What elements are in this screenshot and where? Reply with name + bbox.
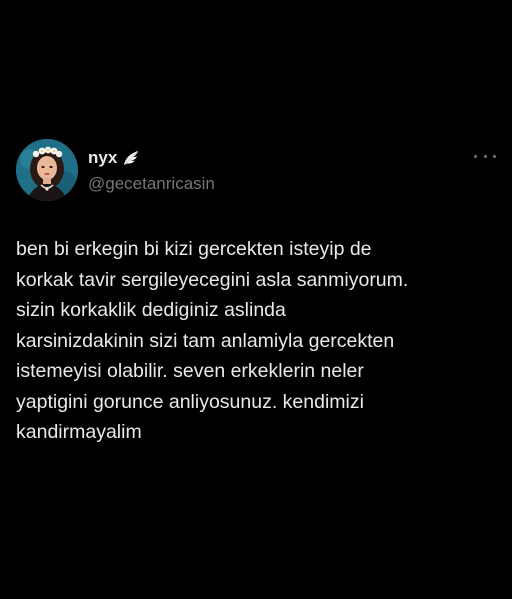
- more-horizontal-icon: [474, 154, 477, 158]
- tweet: nyx @gecetanricasin ben bi erkegin bi ki…: [0, 0, 512, 599]
- display-name[interactable]: nyx: [88, 147, 117, 169]
- more-options-button[interactable]: [474, 148, 496, 164]
- tweet-text: ben bi erkegin bi kizi gercekten isteyip…: [16, 234, 500, 448]
- wing-icon: [121, 148, 141, 168]
- tweet-text-line: kandirmayalim: [16, 421, 142, 443]
- tweet-text-line: sizin korkaklik dediginiz aslinda: [16, 299, 286, 321]
- tweet-text-line: korkak tavir sergileyecegini asla sanmiy…: [16, 268, 409, 291]
- tweet-text-line: yaptigini gorunce anliyosunuz. kendimizi: [16, 390, 364, 413]
- tweet-text-line: karsinizdakinin sizi tam anlamiyla gerce…: [16, 329, 395, 352]
- author-name-row[interactable]: nyx: [88, 147, 141, 169]
- more-horizontal-icon-dot: [493, 154, 496, 158]
- tweet-text-line: ben bi erkegin bi kizi gercekten isteyip…: [16, 238, 372, 260]
- tweet-text-line: istemeyisi olabilir. seven erkeklerin ne…: [16, 360, 364, 382]
- author-handle[interactable]: @gecetanricasin: [88, 173, 215, 195]
- avatar[interactable]: [16, 139, 78, 201]
- more-horizontal-icon-dot: [483, 154, 487, 158]
- avatar-image: [16, 139, 78, 201]
